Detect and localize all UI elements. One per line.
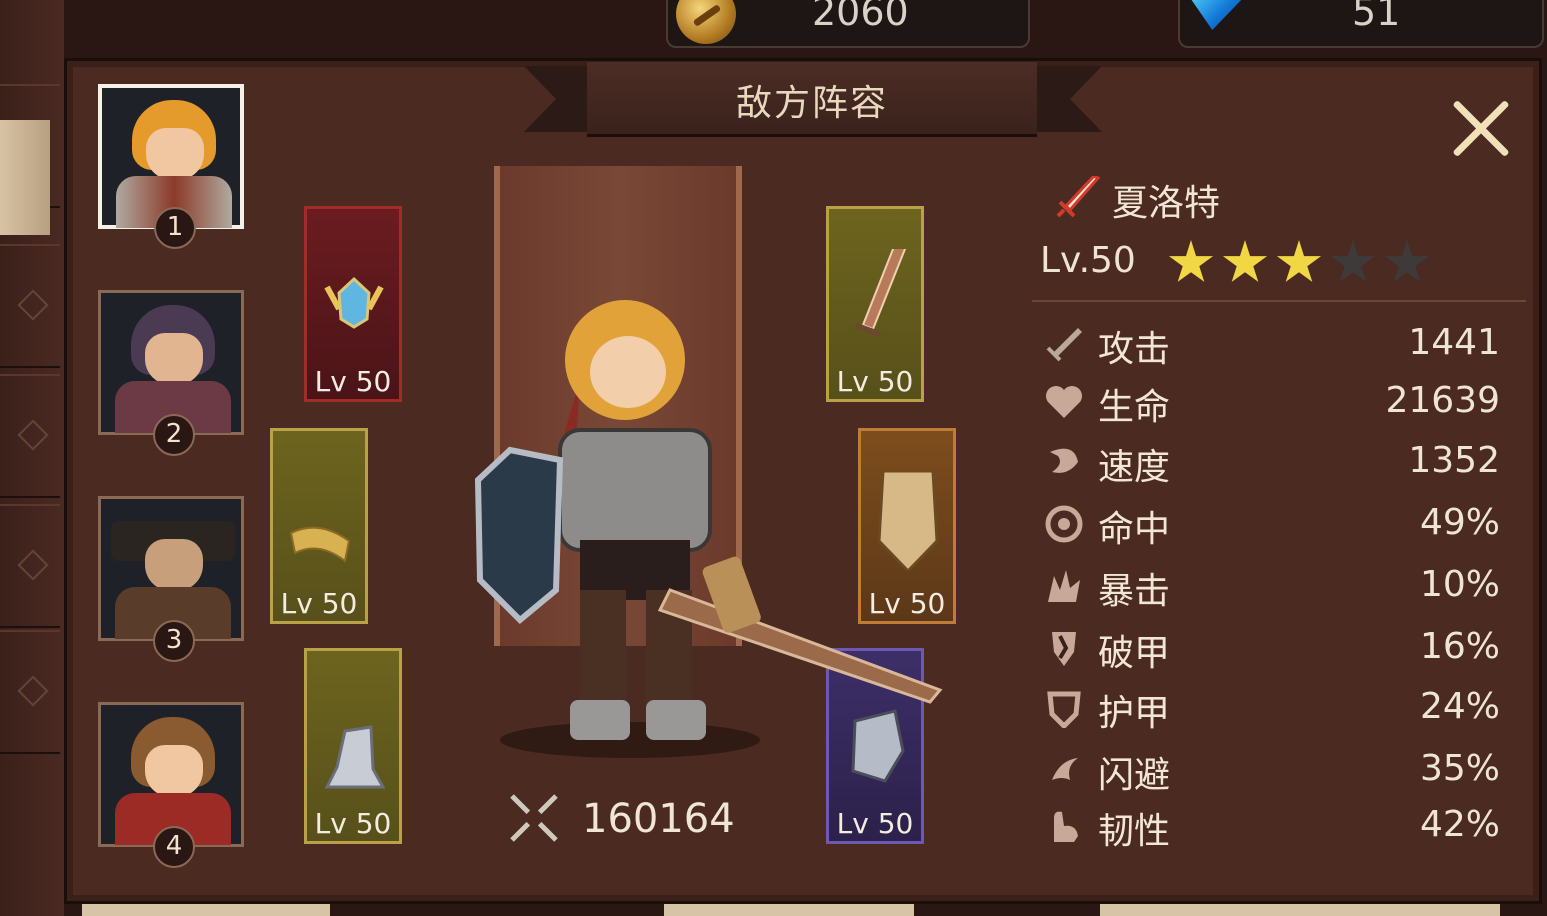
equip-slot-belt[interactable]: Lv 50 bbox=[270, 428, 368, 624]
equip-slot-helmet[interactable]: Lv 50 bbox=[304, 206, 402, 402]
equip-level: Lv 50 bbox=[314, 807, 392, 840]
shield-icon bbox=[1047, 691, 1081, 728]
star-icon bbox=[1168, 240, 1214, 282]
stat-value: 16% bbox=[1419, 626, 1500, 667]
portrait-number: 1 bbox=[154, 207, 196, 249]
speed-icon bbox=[1050, 448, 1078, 473]
gem-icon bbox=[1188, 0, 1242, 30]
hero-figure-image bbox=[474, 300, 943, 758]
star-icon bbox=[1330, 240, 1376, 282]
stat-label: 破甲 bbox=[1098, 633, 1171, 674]
stat-row: 速度 1352 bbox=[1040, 436, 1500, 488]
side-tab bbox=[0, 504, 60, 628]
gem-bar[interactable]: 51 bbox=[1178, 0, 1544, 48]
boots-icon bbox=[324, 725, 385, 789]
portrait-number: 4 bbox=[153, 826, 195, 868]
stat-label: 闪避 bbox=[1098, 755, 1171, 796]
stats-divider bbox=[1032, 300, 1526, 302]
stat-label: 速度 bbox=[1098, 447, 1171, 488]
attack-icon bbox=[1046, 328, 1082, 362]
equip-level: Lv 50 bbox=[314, 365, 392, 398]
stat-row: 韧性 42% bbox=[1040, 800, 1500, 852]
stat-row: 护甲 24% bbox=[1040, 682, 1500, 734]
stat-value: 1441 bbox=[1408, 322, 1500, 363]
stat-label: 命中 bbox=[1098, 509, 1171, 550]
side-tab bbox=[0, 244, 60, 368]
coin-bar[interactable]: 2060 bbox=[666, 0, 1030, 48]
sword-class-icon bbox=[1056, 176, 1101, 218]
portrait-number: 3 bbox=[153, 620, 195, 662]
stat-value: 10% bbox=[1419, 564, 1500, 605]
star-icon bbox=[1384, 240, 1430, 282]
toughness-icon bbox=[1054, 811, 1078, 842]
coin-icon bbox=[676, 0, 736, 44]
portrait-number: 2 bbox=[153, 414, 195, 456]
power-icon bbox=[510, 794, 558, 842]
stat-value: 35% bbox=[1419, 748, 1500, 789]
portrait-face bbox=[145, 539, 203, 591]
team-portrait-2[interactable]: 2 bbox=[98, 290, 244, 456]
stat-row: 生命 21639 bbox=[1040, 376, 1500, 428]
stat-row: 闪避 35% bbox=[1040, 744, 1500, 796]
stat-value: 42% bbox=[1419, 804, 1500, 845]
close-button[interactable] bbox=[1448, 96, 1514, 162]
stat-label: 暴击 bbox=[1098, 571, 1171, 612]
stat-row: 破甲 16% bbox=[1040, 622, 1500, 674]
team-portrait-4[interactable]: 4 bbox=[98, 702, 244, 868]
stat-value: 49% bbox=[1419, 502, 1500, 543]
belt-icon bbox=[289, 526, 351, 563]
team-portrait-3[interactable]: 3 bbox=[98, 496, 244, 662]
hero-star-rating bbox=[1168, 240, 1438, 290]
stat-label: 护甲 bbox=[1098, 693, 1171, 734]
team-portrait-1[interactable]: 1 bbox=[98, 84, 244, 249]
stat-label: 生命 bbox=[1098, 387, 1171, 428]
equip-level: Lv 50 bbox=[836, 807, 914, 840]
armor-break-icon bbox=[1052, 632, 1076, 666]
bottom-strip bbox=[1100, 904, 1500, 916]
gem-count: 51 bbox=[1352, 0, 1401, 34]
coin-count: 2060 bbox=[812, 0, 909, 34]
accuracy-icon bbox=[1045, 505, 1083, 543]
stat-row: 攻击 1441 bbox=[1040, 318, 1500, 370]
portrait-face bbox=[145, 745, 203, 797]
panel-title: 敌方阵容 bbox=[735, 83, 888, 124]
stat-label: 韧性 bbox=[1098, 811, 1171, 852]
stat-value: 1352 bbox=[1408, 440, 1500, 481]
portrait-face bbox=[145, 333, 203, 385]
side-tab bbox=[0, 374, 60, 498]
stat-value: 24% bbox=[1419, 686, 1500, 727]
dodge-icon bbox=[1052, 758, 1078, 780]
stat-value: 21639 bbox=[1385, 380, 1500, 421]
equip-level: Lv 50 bbox=[280, 587, 358, 620]
heart-icon bbox=[1046, 386, 1082, 418]
bottom-strip bbox=[664, 904, 914, 916]
side-tab bbox=[0, 630, 60, 754]
stat-row: 命中 49% bbox=[1040, 498, 1500, 550]
star-icon bbox=[1222, 240, 1268, 282]
combat-power-value: 160164 bbox=[582, 796, 735, 842]
hero-level: Lv.50 bbox=[1040, 240, 1136, 281]
critical-icon bbox=[1048, 570, 1080, 602]
stat-label: 攻击 bbox=[1098, 329, 1171, 370]
helmet-icon bbox=[324, 276, 384, 329]
background-paper bbox=[0, 120, 50, 235]
hero-name: 夏洛特 bbox=[1112, 183, 1221, 224]
equip-slot-boots[interactable]: Lv 50 bbox=[304, 648, 402, 844]
title-banner: 敌方阵容 bbox=[587, 62, 1037, 137]
bottom-strip bbox=[82, 904, 330, 916]
star-icon bbox=[1276, 240, 1322, 282]
stat-row: 暴击 10% bbox=[1040, 560, 1500, 612]
portrait-face bbox=[146, 128, 204, 180]
